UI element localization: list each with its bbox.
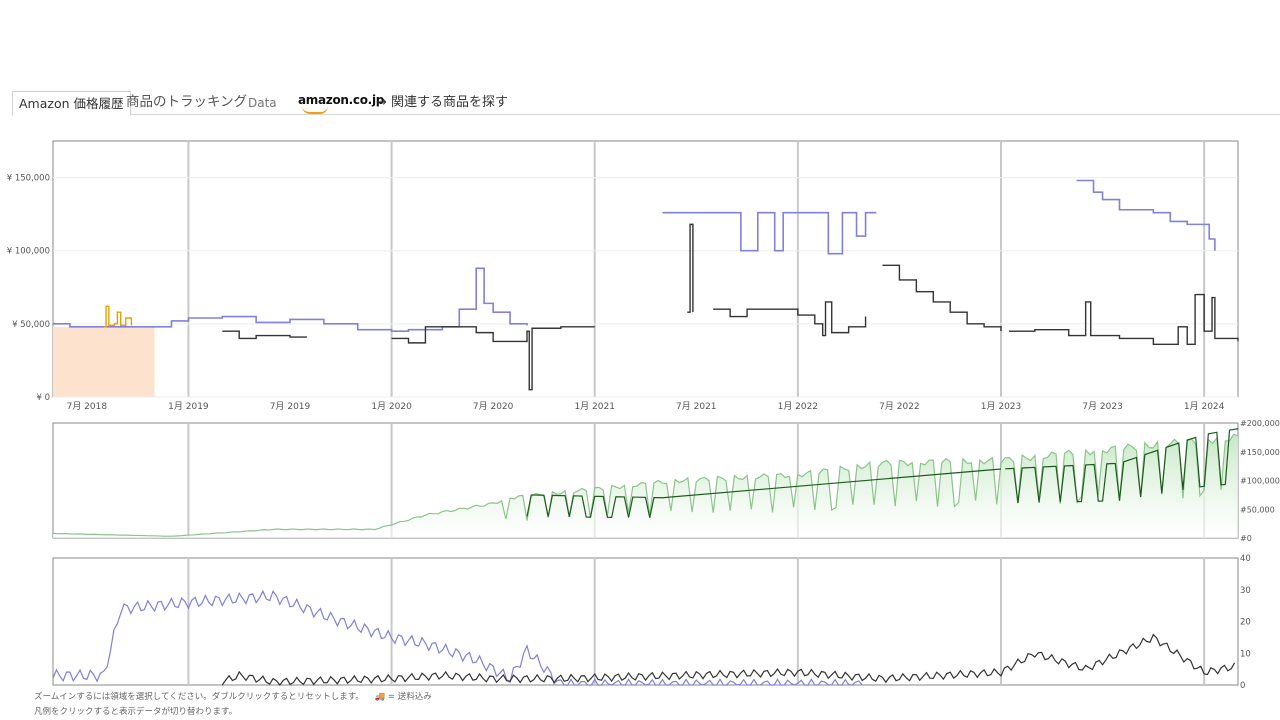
rank-y-tick-label: #150,000: [1240, 448, 1280, 457]
shipping-legend-text: = 送料込み: [387, 692, 432, 702]
price-x-tick-label: 1月 2024: [1184, 401, 1225, 412]
price-x-tick-label: 7月 2023: [1082, 401, 1123, 412]
price-panel: [52, 140, 1239, 398]
price-x-tick-label: 7月 2021: [676, 401, 717, 412]
rank-y-tick-label: #100,000: [1240, 477, 1280, 486]
offers-y-tick-label: 30: [1240, 586, 1251, 596]
amazon-out-of-stock-area: [53, 326, 155, 397]
price-y-tick-label: ¥ 0: [36, 393, 50, 403]
offers-y-tick-label: 40: [1240, 554, 1251, 564]
legend-hint: 凡例をクリックすると表示データが切り替わります。: [34, 707, 238, 717]
price-x-tick-label: 1月 2023: [981, 401, 1022, 412]
zoom-hint: ズームインするには領域を選択してください。ダブルクリックするとリセットします。 …: [34, 690, 432, 702]
offer-count-panel: [52, 557, 1239, 686]
offers-y-tick-label: 10: [1240, 649, 1251, 659]
rank-y-tick-label: #0: [1240, 534, 1252, 543]
keepa-chart[interactable]: ¥ 0 ¥ 50,000 ¥ 100,000 ¥ 150,000 7月 2018 1月 2…: [0, 0, 1280, 720]
offers-y-tick-label: 20: [1240, 618, 1251, 628]
price-x-tick-label: 7月 2019: [270, 401, 311, 412]
price-x-tick-label: 1月 2022: [778, 401, 819, 412]
price-y-tick-label: ¥ 50,000: [12, 320, 50, 330]
rank-y-tick-label: #50,000: [1240, 505, 1275, 514]
zoom-hint-text: ズームインするには領域を選択してください。ダブルクリックするとリセットします。: [34, 692, 364, 702]
price-x-tick-label: 7月 2020: [473, 401, 514, 412]
price-x-tick-label: 7月 2022: [879, 401, 920, 412]
offers-y-tick-label: 0: [1240, 681, 1245, 691]
price-y-tick-label: ¥ 150,000: [7, 174, 50, 184]
truck-icon: 🚚: [374, 692, 386, 702]
rank-y-tick-label: #200,000: [1240, 419, 1280, 428]
price-x-tick-label: 1月 2020: [371, 401, 412, 412]
price-y-tick-label: ¥ 100,000: [7, 247, 50, 257]
price-x-tick-label: 1月 2021: [574, 401, 615, 412]
price-x-tick-label: 7月 2018: [67, 401, 108, 412]
price-x-tick-label: 1月 2019: [168, 401, 209, 412]
